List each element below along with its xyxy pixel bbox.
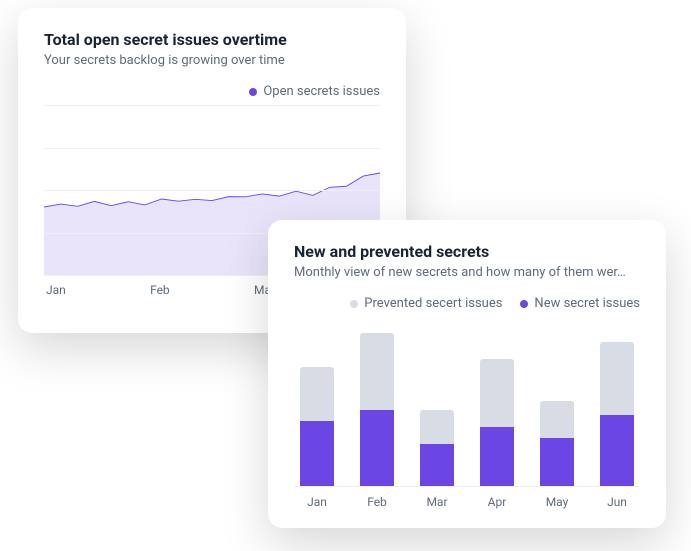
x-tick-label: Jan [298,495,336,509]
bar-segment-prevented [540,401,574,438]
bar-column [358,333,396,486]
card-new-prevented-secrets: New and prevented secrets Monthly view o… [268,220,666,528]
bar-chart [294,317,640,487]
x-tick-label: Apr [478,495,516,509]
bar-segment-prevented [360,333,394,410]
bar-segment-new [420,444,454,487]
bar-column [418,410,456,487]
x-tick-label: Jun [598,495,636,509]
chart-legend: Open secrets issues [44,84,380,99]
x-tick-label: Feb [150,283,170,297]
bar-column [478,359,516,487]
legend-item-new: New secret issues [520,296,640,311]
x-tick-label: May [538,495,576,509]
legend-item-open-secrets: Open secrets issues [249,84,380,99]
bar [540,401,574,486]
legend-label: New secret issues [534,296,640,311]
x-tick-label: Mar [418,495,456,509]
legend-swatch [520,300,528,308]
bar-segment-prevented [480,359,514,427]
bar-segment-new [480,427,514,487]
x-tick-label: Jan [46,283,66,297]
bar-segment-prevented [420,410,454,444]
legend-label: Prevented secert issues [364,296,502,311]
bar [480,359,514,487]
bar [300,367,334,486]
bar-segment-new [540,438,574,486]
bar-segment-new [300,421,334,486]
legend-swatch [249,88,257,96]
card-subtitle: Your secrets backlog is growing over tim… [44,53,380,68]
bar-segment-new [600,415,634,486]
chart-x-axis: Jan Feb Mar Apr May Jun [294,487,640,509]
bar-column [538,401,576,486]
page-title: Total open secret issues overtime [44,30,380,49]
bar [600,342,634,487]
bar [360,333,394,486]
card-subtitle: Monthly view of new secrets and how many… [294,265,640,280]
legend-item-prevented: Prevented secert issues [350,296,502,311]
legend-label: Open secrets issues [263,84,380,99]
bar-segment-prevented [300,367,334,421]
bar-column [598,342,636,487]
page-title: New and prevented secrets [294,242,640,261]
x-tick-label: Feb [358,495,396,509]
chart-legend: Prevented secert issues New secret issue… [294,296,640,311]
bar [420,410,454,487]
bar-segment-new [360,410,394,487]
legend-swatch [350,300,358,308]
bar-segment-prevented [600,342,634,415]
bar-column [298,367,336,486]
